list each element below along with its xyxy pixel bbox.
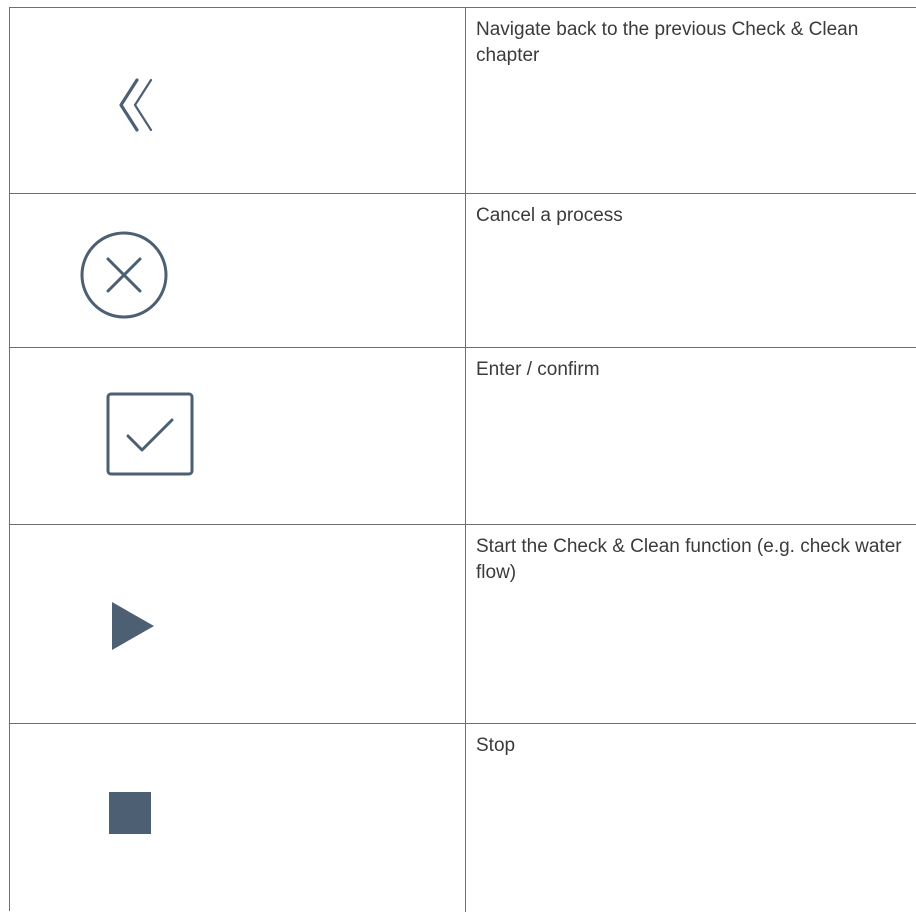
icon-cell-back xyxy=(10,8,466,194)
play-icon xyxy=(110,600,158,657)
description-back: Navigate back to the previous Check & Cl… xyxy=(466,8,916,194)
icon-cell-cancel xyxy=(10,194,466,348)
double-chevron-left-icon xyxy=(117,76,163,139)
icon-legend-table: Navigate back to the previous Check & Cl… xyxy=(9,7,916,912)
description-cancel: Cancel a process xyxy=(466,194,916,348)
description-stop: Stop xyxy=(466,724,916,912)
description-confirm: Enter / confirm xyxy=(466,348,916,525)
icon-cell-stop xyxy=(10,724,466,912)
description-start: Start the Check & Clean function (e.g. c… xyxy=(466,525,916,724)
checkbox-check-icon xyxy=(106,392,196,483)
circle-x-icon xyxy=(78,229,170,326)
icon-cell-confirm xyxy=(10,348,466,525)
stop-icon xyxy=(109,792,151,839)
icon-cell-start xyxy=(10,525,466,724)
